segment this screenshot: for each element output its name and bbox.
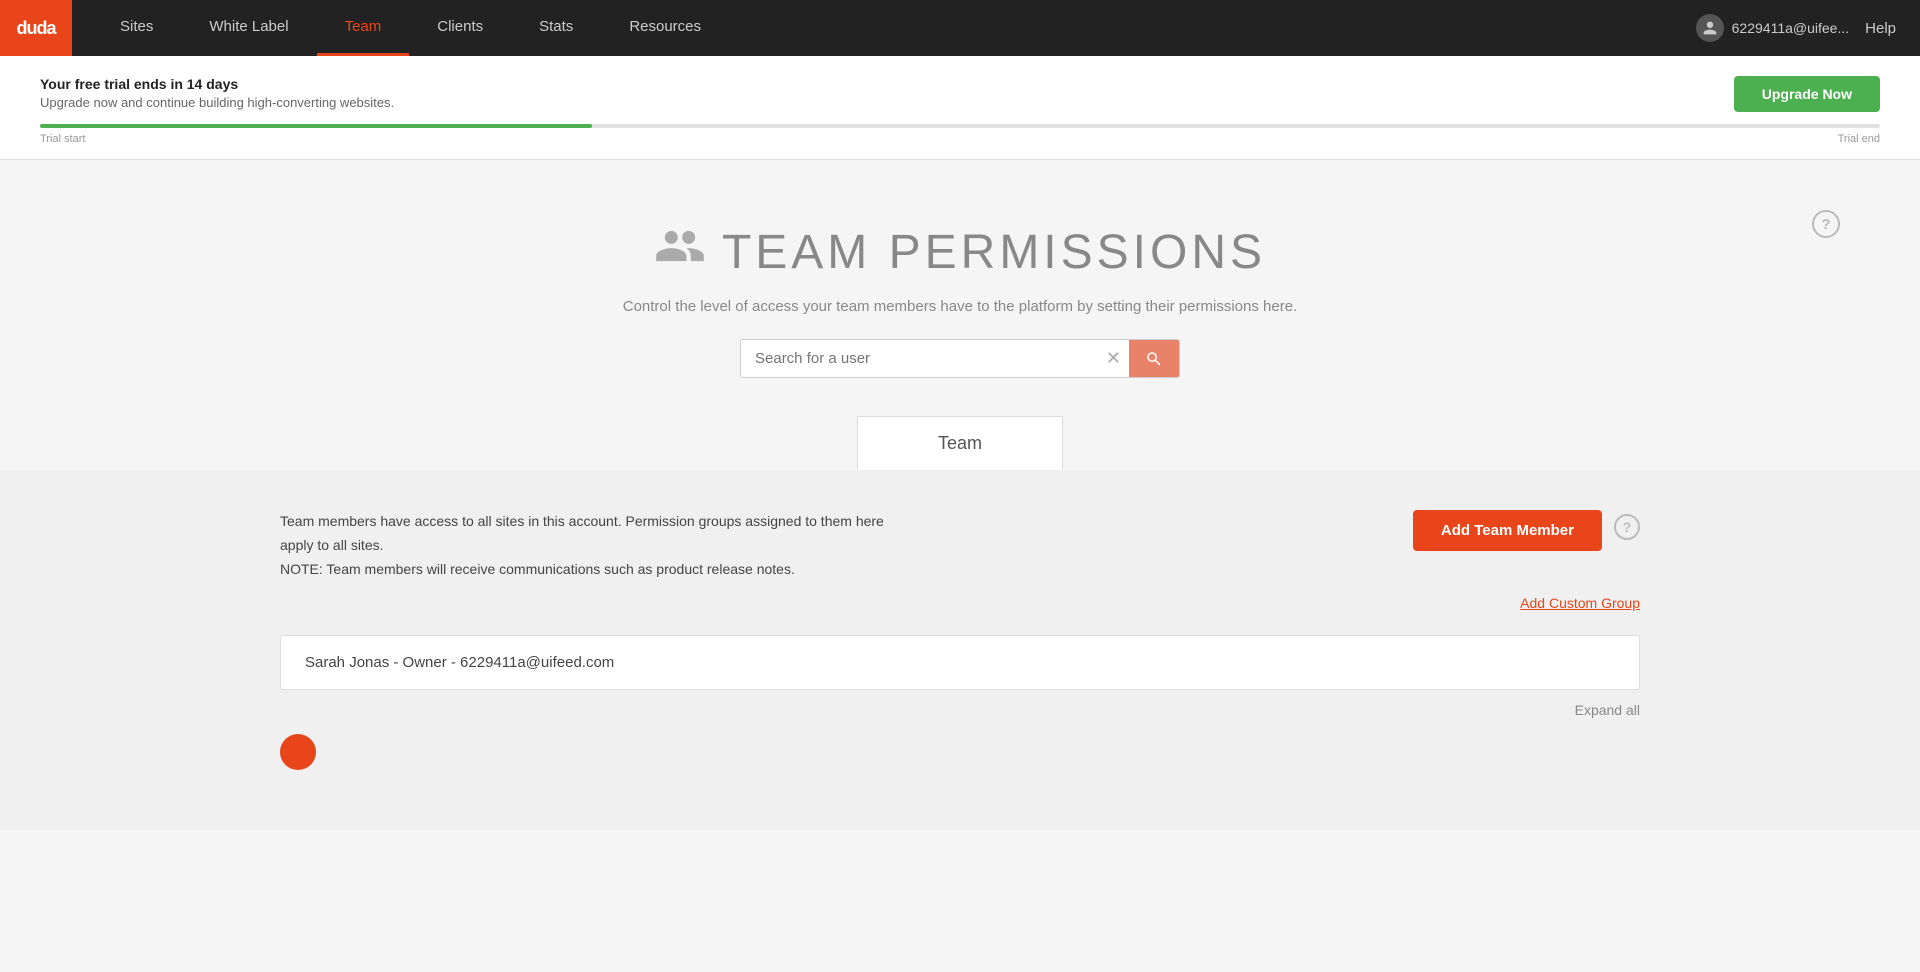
add-custom-group-link[interactable]: Add Custom Group — [280, 595, 1640, 611]
logo-text: duda — [17, 18, 56, 39]
expand-all-row[interactable]: Expand all — [280, 702, 1640, 718]
team-info-text: Team members have access to all sites in… — [280, 510, 920, 581]
search-clear-button[interactable]: ✕ — [1098, 340, 1129, 377]
member-row[interactable]: Sarah Jonas - Owner - 6229411a@uifeed.co… — [280, 635, 1640, 690]
page-subtitle: Control the level of access your team me… — [20, 298, 1900, 315]
nav-link-sites[interactable]: Sites — [92, 0, 181, 56]
upgrade-button[interactable]: Upgrade Now — [1734, 76, 1880, 112]
trial-progress-bar — [40, 124, 1880, 128]
brand-logo[interactable]: duda — [0, 0, 72, 56]
main-content: ? TEAM PERMISSIONS Control the level of … — [0, 160, 1920, 470]
team-info-row: Team members have access to all sites in… — [280, 510, 1640, 581]
help-link[interactable]: Help — [1865, 20, 1896, 37]
add-team-member-button[interactable]: Add Team Member — [1413, 510, 1602, 551]
trial-start-label: Trial start — [40, 133, 85, 145]
help-icon-header[interactable]: ? — [1812, 210, 1840, 238]
trial-end-label: Trial end — [1838, 133, 1880, 145]
page-title-row: TEAM PERMISSIONS — [20, 220, 1900, 284]
tabs-row: Team — [20, 416, 1900, 470]
nav-user[interactable]: 6229411a@uifee... — [1696, 14, 1850, 42]
team-section: Team members have access to all sites in… — [0, 470, 1920, 830]
trial-progress-fill — [40, 124, 592, 128]
add-custom-group-row: Add Custom Group — [280, 595, 1640, 611]
search-wrapper: ✕ — [740, 339, 1180, 378]
member-name: Sarah Jonas - Owner - 6229411a@uifeed.co… — [305, 654, 614, 671]
trial-labels: Trial start Trial end — [40, 133, 1880, 145]
avatar-circle — [280, 734, 316, 770]
navbar: duda Sites White Label Team Clients Stat… — [0, 0, 1920, 56]
tab-team[interactable]: Team — [857, 416, 1063, 470]
person-icon — [654, 220, 706, 284]
nav-link-clients[interactable]: Clients — [409, 0, 511, 56]
team-action-area: Add Team Member ? — [1413, 510, 1640, 551]
trial-banner: Your free trial ends in 14 days Upgrade … — [0, 56, 1920, 160]
nav-link-resources[interactable]: Resources — [601, 0, 729, 56]
nav-links: Sites White Label Team Clients Stats Res… — [92, 0, 1696, 56]
team-section-inner: Team members have access to all sites in… — [280, 510, 1640, 790]
nav-link-white-label[interactable]: White Label — [181, 0, 316, 56]
search-area: ✕ — [20, 339, 1900, 378]
nav-right: 6229411a@uifee... Help — [1696, 14, 1920, 42]
search-button[interactable] — [1129, 340, 1179, 377]
user-avatar-icon — [1696, 14, 1724, 42]
page-title: TEAM PERMISSIONS — [722, 225, 1266, 280]
search-input[interactable] — [741, 340, 1098, 377]
page-header: ? TEAM PERMISSIONS Control the level of … — [20, 200, 1900, 388]
nav-link-stats[interactable]: Stats — [511, 0, 601, 56]
trial-info: Your free trial ends in 14 days Upgrade … — [40, 76, 394, 110]
trial-subtitle: Upgrade now and continue building high-c… — [40, 95, 394, 110]
trial-title: Your free trial ends in 14 days — [40, 76, 394, 92]
user-email: 6229411a@uifee... — [1732, 20, 1850, 36]
nav-link-team[interactable]: Team — [317, 0, 410, 56]
help-icon-team[interactable]: ? — [1614, 514, 1640, 540]
bottom-avatar-row — [280, 734, 1640, 790]
